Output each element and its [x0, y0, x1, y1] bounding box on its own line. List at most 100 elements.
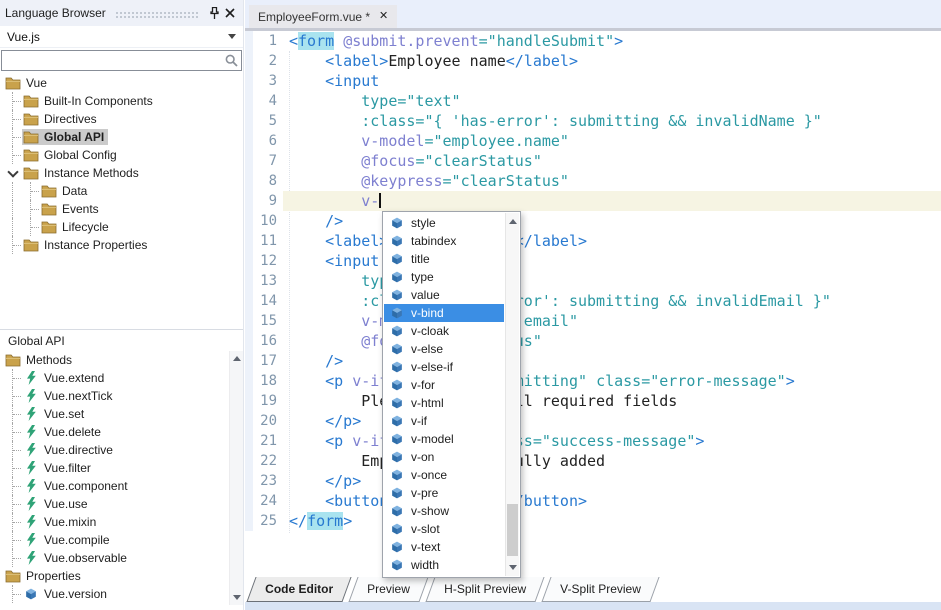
view-tab-h-split-preview[interactable]: H-Split Preview [425, 577, 544, 602]
autocomplete-item-style[interactable]: style [384, 214, 504, 232]
close-icon[interactable] [222, 5, 238, 21]
view-tab-code-editor[interactable]: Code Editor [246, 577, 351, 602]
tree-item-methods[interactable]: Methods [0, 351, 229, 369]
tree-item-data[interactable]: Data [0, 182, 229, 200]
autocomplete-item-v-bind[interactable]: v-bind [384, 304, 504, 322]
tree-item-lifecycle[interactable]: Lifecycle [0, 218, 229, 236]
autocomplete-item-title[interactable]: title [384, 250, 504, 268]
editor-margin [245, 411, 253, 431]
tree-item-vue-mixin[interactable]: Vue.mixin [0, 513, 229, 531]
autocomplete-scrollbar[interactable] [505, 213, 519, 576]
tree-item-vue-filter[interactable]: Vue.filter [0, 459, 229, 477]
tree-item-vue-set[interactable]: Vue.set [0, 405, 229, 423]
code-line[interactable]: 23 </p> [245, 471, 941, 491]
chevron-expanded-icon[interactable] [4, 171, 22, 176]
autocomplete-item-v-html[interactable]: v-html [384, 394, 504, 412]
code-line[interactable]: 25</form> [245, 511, 941, 531]
code-line[interactable]: 24 <button>Add Employee</button> [245, 491, 941, 511]
tree-item-vue[interactable]: Vue [0, 74, 229, 92]
code-line[interactable]: 1<form @submit.prevent="handleSubmit"> [245, 31, 941, 51]
tree-connector [4, 441, 22, 459]
scroll-up-icon[interactable] [509, 219, 517, 224]
line-number: 21 [253, 431, 283, 451]
autocomplete-item-width[interactable]: width [384, 556, 504, 574]
tree-item-vue-observable[interactable]: Vue.observable [0, 549, 229, 567]
view-tab-v-split-preview[interactable]: V-Split Preview [541, 577, 659, 602]
autocomplete-item-v-cloak[interactable]: v-cloak [384, 322, 504, 340]
code-editor[interactable]: 1<form @submit.prevent="handleSubmit">2 … [245, 31, 941, 577]
code-line[interactable]: 7 @focus="clearStatus" [245, 151, 941, 171]
tree-item-vue-version[interactable]: Vue.version [0, 585, 229, 603]
tree-item-properties[interactable]: Properties [0, 567, 229, 585]
tree-item-instance-properties[interactable]: Instance Properties [0, 236, 229, 254]
autocomplete-item-type[interactable]: type [384, 268, 504, 286]
autocomplete-item-v-model[interactable]: v-model [384, 430, 504, 448]
autocomplete-item-v-on[interactable]: v-on [384, 448, 504, 466]
code-line[interactable]: 12 <input [245, 251, 941, 271]
code-line[interactable]: 19 Please fill out all required fields [245, 391, 941, 411]
tree-item-vue-delete[interactable]: Vue.delete [0, 423, 229, 441]
code-line[interactable]: 8 @keypress="clearStatus" [245, 171, 941, 191]
method-icon [23, 425, 39, 439]
code-line[interactable]: 18 <p v-if="error && submitting" class="… [245, 371, 941, 391]
pin-icon[interactable] [206, 5, 222, 21]
code-line[interactable]: 14 :class="{ 'has-error': submitting && … [245, 291, 941, 311]
code-line[interactable]: 5 :class="{ 'has-error': submitting && i… [245, 111, 941, 131]
autocomplete-item-value[interactable]: value [384, 286, 504, 304]
tree-item-vue-extend[interactable]: Vue.extend [0, 369, 229, 387]
language-selector[interactable]: Vue.js [0, 26, 243, 48]
autocomplete-item-v-show[interactable]: v-show [384, 502, 504, 520]
view-tab-preview[interactable]: Preview [348, 577, 428, 602]
code-line[interactable]: 20 </p> [245, 411, 941, 431]
code-line[interactable]: 4 type="text" [245, 91, 941, 111]
code-line[interactable]: 11 <label>Employee Email</label> [245, 231, 941, 251]
autocomplete-item-v-for[interactable]: v-for [384, 376, 504, 394]
tree-item-global-config[interactable]: Global Config [0, 146, 229, 164]
tree-item-content: Vue.extend [22, 370, 108, 386]
code-line[interactable]: 16 @focus="clearStatus" [245, 331, 941, 351]
scroll-down-icon[interactable] [233, 595, 241, 600]
code-line[interactable]: 9 v- [245, 191, 941, 211]
search-input[interactable] [2, 54, 223, 68]
code-line[interactable]: 17 /> [245, 351, 941, 371]
code-line[interactable]: 10 /> [245, 211, 941, 231]
tree-item-vue-nexttick[interactable]: Vue.nextTick [0, 387, 229, 405]
autocomplete-item-v-text[interactable]: v-text [384, 538, 504, 556]
drag-grip[interactable] [115, 11, 198, 18]
tree-item-vue-use[interactable]: Vue.use [0, 495, 229, 513]
autocomplete-item-tabindex[interactable]: tabindex [384, 232, 504, 250]
tree-scrollbar[interactable] [229, 351, 243, 605]
tree-item-directives[interactable]: Directives [0, 110, 229, 128]
tree-item-instance-methods[interactable]: Instance Methods [0, 164, 229, 182]
document-tab[interactable]: EmployeeForm.vue * ✕ [249, 5, 397, 28]
line-number: 10 [253, 211, 283, 231]
autocomplete-item-v-else-if[interactable]: v-else-if [384, 358, 504, 376]
code-line[interactable]: 13 type="text" [245, 271, 941, 291]
autocomplete-item-v-if[interactable]: v-if [384, 412, 504, 430]
tree-item-events[interactable]: Events [0, 200, 229, 218]
code-line[interactable]: 21 <p v-if="success" class="success-mess… [245, 431, 941, 451]
chevron-down-icon [228, 34, 236, 39]
tree-item-built-in-components[interactable]: Built-In Components [0, 92, 229, 110]
scroll-down-icon[interactable] [509, 565, 517, 570]
code-line[interactable]: 22 Employee successfully added [245, 451, 941, 471]
autocomplete-item-v-slot[interactable]: v-slot [384, 520, 504, 538]
scroll-up-icon[interactable] [233, 356, 241, 361]
code-line[interactable]: 3 <input [245, 71, 941, 91]
scrollbar-thumb[interactable] [507, 504, 518, 556]
autocomplete-item-v-pre[interactable]: v-pre [384, 484, 504, 502]
autocomplete-item-v-once[interactable]: v-once [384, 466, 504, 484]
autocomplete-item-v-else[interactable]: v-else [384, 340, 504, 358]
tab-close-icon[interactable]: ✕ [379, 11, 388, 22]
tree-item-vue-directive[interactable]: Vue.directive [0, 441, 229, 459]
line-number: 7 [253, 151, 283, 171]
tree-selection: Global API [22, 129, 108, 145]
code-line[interactable]: 2 <label>Employee name</label> [245, 51, 941, 71]
tree-item-global-api[interactable]: Global API [0, 128, 229, 146]
code-line[interactable]: 15 v-model="employee.email" [245, 311, 941, 331]
code-line[interactable]: 6 v-model="employee.name" [245, 131, 941, 151]
tree-connector [4, 549, 22, 567]
tree-item-vue-compile[interactable]: Vue.compile [0, 531, 229, 549]
folder-icon [23, 112, 39, 126]
tree-item-vue-component[interactable]: Vue.component [0, 477, 229, 495]
